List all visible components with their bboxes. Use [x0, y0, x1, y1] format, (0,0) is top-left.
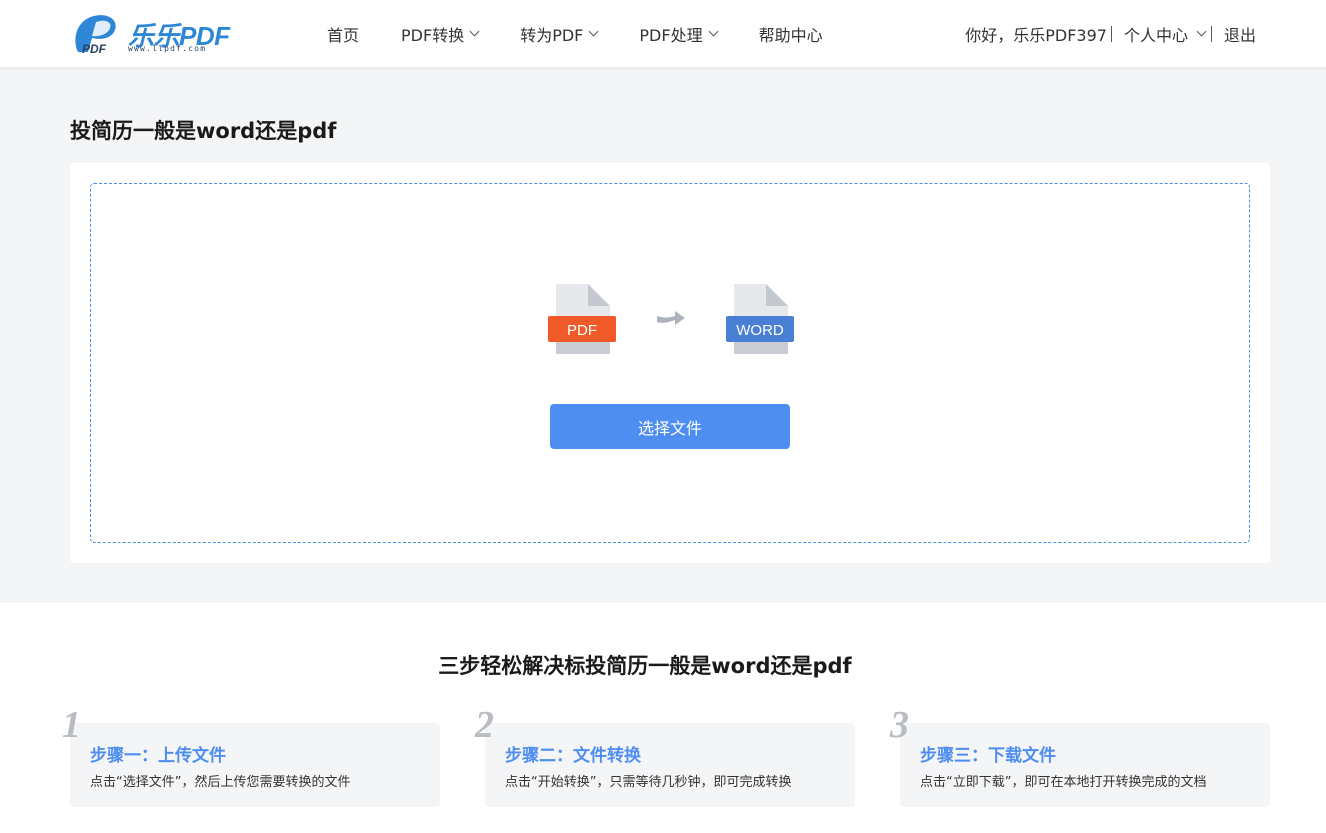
nav-item-label: 帮助中心 [758, 25, 823, 45]
pdf-badge-text: PDF [567, 322, 597, 339]
arrow-right-icon [657, 311, 685, 325]
step-heading: 步骤一：上传文件 [90, 746, 226, 766]
nav-item-pdf-convert[interactable]: PDF转换 [401, 22, 480, 46]
step-description: 点击“开始转换”，只需等待几秒钟，即可完成转换 [505, 775, 792, 790]
top-header: PDF 乐乐PDF www.llpdf.com 首页 PDF转换 转为PDF P… [0, 0, 1326, 67]
file-dropzone[interactable]: PDF WORD 选择文件 [90, 183, 1250, 543]
step-card: 3 步骤三：下载文件 点击“立即下载”，即可在本地打开转换完成的文档 [890, 704, 1270, 807]
step-card: 1 步骤一：上传文件 点击“选择文件”，然后上传您需要转换的文件 [62, 704, 440, 807]
chevron-down-icon [588, 26, 599, 37]
nav-item-label: PDF转换 [401, 25, 465, 45]
main-section: 投简历一般是word还是pdf PDF WORD 选择文件 [0, 67, 1326, 603]
step-number: 3 [890, 704, 909, 746]
chevron-down-icon [1196, 26, 1207, 37]
main-nav: 首页 PDF转换 转为PDF PDF处理 帮助中心 [327, 0, 865, 67]
logo-url: www.llpdf.com [128, 44, 207, 53]
nav-item-to-pdf[interactable]: 转为PDF [520, 22, 599, 46]
user-greeting: 你好，乐乐PDF397 [965, 25, 1107, 45]
nav-item-label: 首页 [327, 25, 360, 45]
upload-panel: PDF WORD 选择文件 [70, 163, 1270, 563]
word-badge-text: WORD [736, 322, 784, 339]
nav-item-label: 转为PDF [520, 25, 584, 45]
step-card: 2 步骤二：文件转换 点击“开始转换”，只需等待几秒钟，即可完成转换 [475, 704, 855, 807]
word-file-icon: WORD [726, 284, 794, 354]
step-number: 2 [475, 704, 494, 746]
step-description: 点击“立即下载”，即可在本地打开转换完成的文档 [920, 775, 1207, 790]
user-center-label: 个人中心 [1123, 25, 1188, 45]
user-bar: 你好，乐乐PDF397 个人中心 退出 [965, 0, 1256, 67]
select-file-button[interactable]: 选择文件 [550, 404, 790, 449]
divider [1210, 25, 1212, 42]
logo-mark-icon: PDF [75, 15, 116, 54]
steps-title: 三步轻松解决标投简历一般是word还是pdf [438, 654, 852, 678]
page-title: 投简历一般是word还是pdf [70, 119, 337, 143]
nav-item-home[interactable]: 首页 [327, 22, 359, 46]
step-heading: 步骤二：文件转换 [505, 746, 641, 766]
user-center-menu[interactable]: 个人中心 [1124, 22, 1207, 46]
divider [1110, 25, 1112, 42]
nav-item-help[interactable]: 帮助中心 [759, 22, 823, 46]
step-description: 点击“选择文件”，然后上传您需要转换的文件 [90, 775, 351, 790]
pdf-file-icon: PDF [548, 284, 616, 354]
chevron-down-icon [708, 26, 719, 37]
logout-link[interactable]: 退出 [1224, 22, 1256, 46]
site-logo[interactable]: PDF 乐乐PDF www.llpdf.com [70, 12, 230, 54]
nav-item-pdf-process[interactable]: PDF处理 [639, 22, 719, 46]
nav-item-label: PDF处理 [639, 25, 703, 45]
chevron-down-icon [469, 26, 480, 37]
step-number: 1 [62, 704, 81, 746]
step-heading: 步骤三：下载文件 [920, 746, 1056, 766]
logo-mark-text: PDF [82, 42, 107, 54]
